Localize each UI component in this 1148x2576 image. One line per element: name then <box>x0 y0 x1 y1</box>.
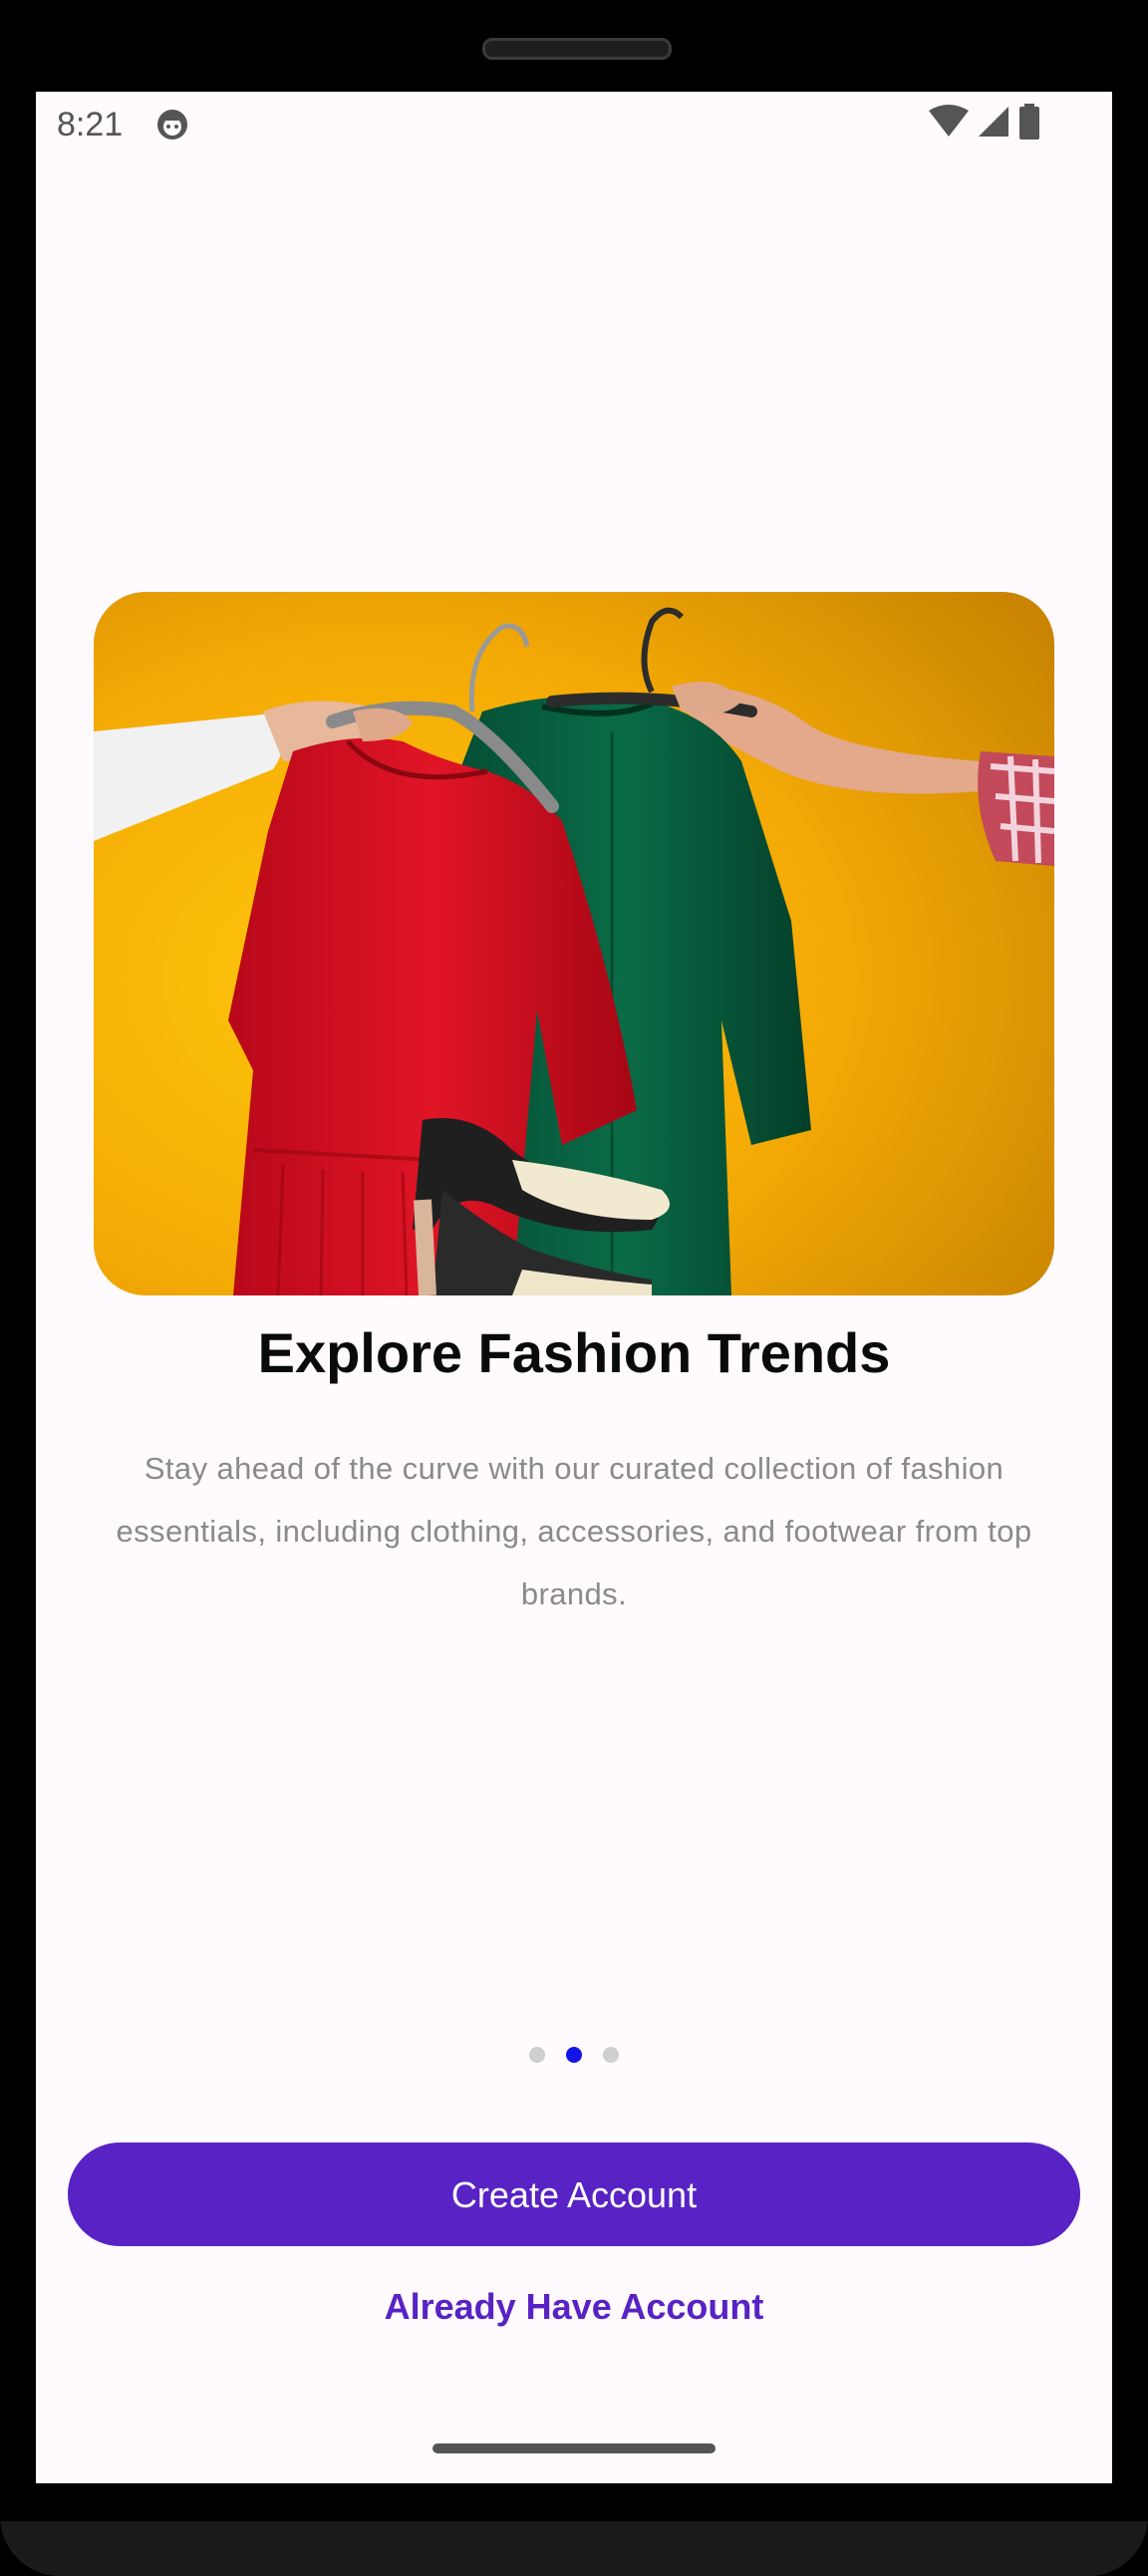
page-dot-1[interactable] <box>529 2047 545 2063</box>
home-indicator[interactable] <box>432 2443 716 2453</box>
fashion-dresses-image <box>94 592 1054 1295</box>
page-indicator <box>36 2045 1112 2065</box>
wifi-icon <box>929 104 969 143</box>
onboarding-description: Stay ahead of the curve with our curated… <box>116 1451 1032 1611</box>
avatar-icon <box>155 108 189 142</box>
screen: 8:21 Explore Fashion Trends Stay ahead o… <box>36 92 1112 2483</box>
create-account-button[interactable]: Create Account <box>68 2143 1080 2246</box>
page-dot-2-active[interactable] <box>566 2047 582 2063</box>
cellular-signal-icon <box>977 105 1010 143</box>
page-dot-3[interactable] <box>603 2047 619 2063</box>
battery-icon <box>1018 103 1040 144</box>
bottom-bezel <box>0 2521 1148 2576</box>
earpiece-speaker <box>482 38 672 60</box>
status-bar: 8:21 <box>36 92 1112 181</box>
device-frame: 8:21 Explore Fashion Trends Stay ahead o… <box>0 0 1148 2576</box>
onboarding-title: Explore Fashion Trends <box>257 1321 891 1384</box>
already-have-account-link[interactable]: Already Have Account <box>36 2272 1112 2342</box>
status-time: 8:21 <box>57 106 124 143</box>
